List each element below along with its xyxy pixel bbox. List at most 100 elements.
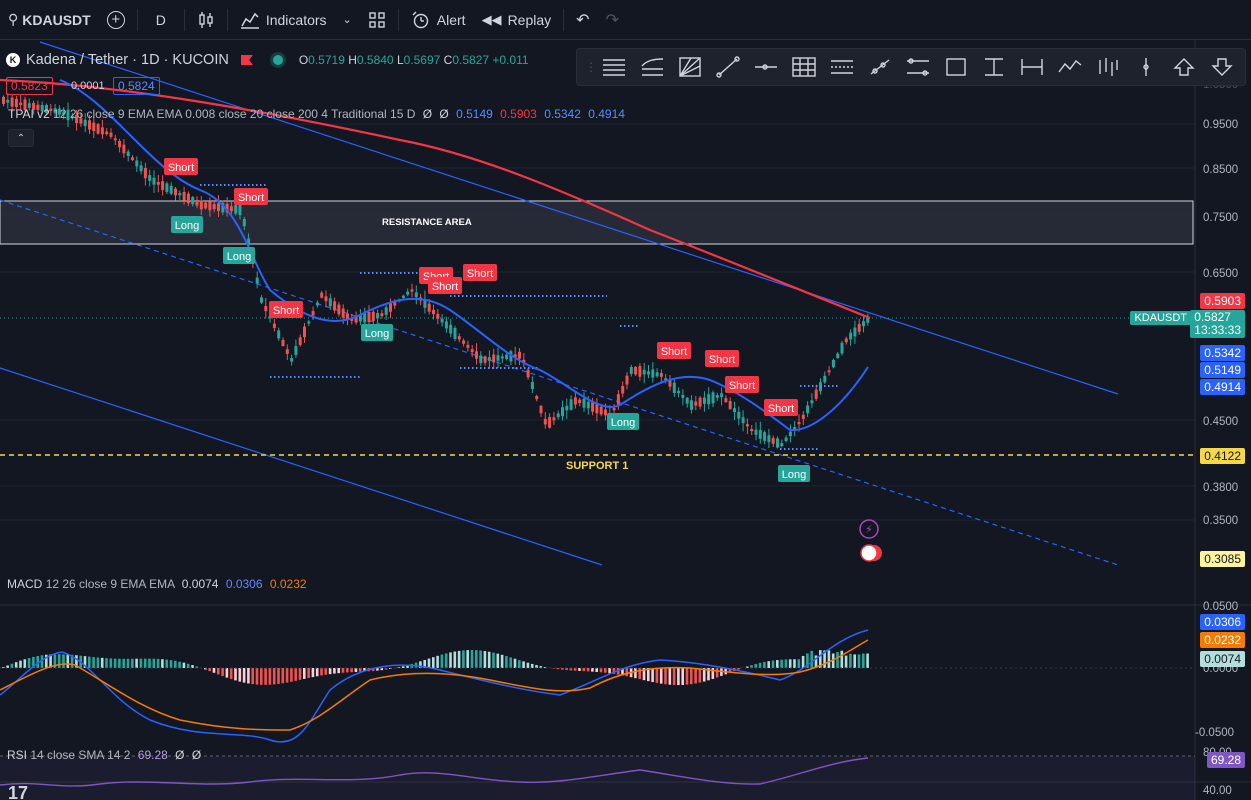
macd-histogram-bar <box>793 659 796 668</box>
candle-body <box>677 390 681 394</box>
rsi-legend[interactable]: RSI 14 close SMA 14 2 69.28 Ø Ø <box>7 748 201 762</box>
rectangle-icon[interactable] <box>937 51 975 83</box>
date-range-icon[interactable] <box>1013 51 1051 83</box>
macd-histogram-bar <box>272 668 276 685</box>
candle-body <box>139 165 143 172</box>
macd-signal-tag: 0.0232 <box>1200 632 1245 648</box>
candle-body <box>242 219 246 227</box>
undo-button[interactable]: ↶ <box>568 0 597 40</box>
alert-button[interactable]: Alert <box>403 0 474 40</box>
chart-type-button[interactable] <box>189 0 223 40</box>
indicators-button[interactable]: Indicators <box>232 0 335 40</box>
symbol-search[interactable]: ⚲ KDAUSDT <box>0 0 99 40</box>
long-signal[interactable]: Long <box>223 247 255 264</box>
channel-bottom-line[interactable] <box>0 367 603 566</box>
macd-line[interactable] <box>0 629 869 743</box>
long-signal[interactable]: Long <box>361 324 393 341</box>
trend-line-icon[interactable] <box>709 51 747 83</box>
tpai-legend[interactable]: TPAI v2 12 26 close 9 EMA EMA 0.008 clos… <box>8 107 625 121</box>
current-price-tag: 0.5827 13:33:33 <box>1190 310 1245 338</box>
short-signal[interactable]: Short <box>725 376 759 393</box>
short-signal[interactable]: Short <box>269 301 303 318</box>
fib-retracement-icon[interactable] <box>633 51 671 83</box>
signal-line[interactable] <box>0 639 869 731</box>
templates-button[interactable] <box>360 0 394 40</box>
bar-countdown: 13:33:33 <box>1194 323 1241 337</box>
candle-body <box>152 177 156 185</box>
candle-body <box>174 188 177 196</box>
candle-body <box>307 321 311 324</box>
macd-histogram-bar <box>264 668 267 685</box>
macd-params: 12 26 close 9 EMA EMA <box>45 577 175 591</box>
bars-pattern-icon[interactable] <box>1089 51 1127 83</box>
price-axis: 1.0500 0.9500 0.8500 0.7500 0.6500 0.450… <box>1195 79 1238 797</box>
macd-histogram-bar <box>457 650 461 668</box>
macd-histogram-bar <box>242 668 246 683</box>
ray-icon[interactable] <box>861 51 899 83</box>
drag-handle-icon[interactable]: ⋮ <box>585 60 597 74</box>
horizontal-lines-icon[interactable] <box>595 51 633 83</box>
grid-tool-icon[interactable] <box>785 51 823 83</box>
short-signal[interactable]: Short <box>705 350 739 367</box>
parallel-channel-icon[interactable] <box>823 51 861 83</box>
kucoin-logo-icon: K <box>6 53 20 67</box>
indicators-dropdown[interactable]: ⌄ <box>335 0 360 40</box>
tpai-value: 0.5149 <box>456 107 493 121</box>
vertical-line-icon[interactable] <box>1127 51 1165 83</box>
price-chart[interactable]: RESISTANCE AREA SUPPORT 1 Short Short Lo… <box>0 40 1251 800</box>
redo-icon: ↷ <box>605 11 619 29</box>
candle-body <box>582 398 586 408</box>
path-icon[interactable] <box>1051 51 1089 83</box>
short-signal[interactable]: Short <box>234 188 268 205</box>
candle-body <box>711 392 715 404</box>
band-price-tag: 0.5342 <box>1200 345 1245 361</box>
flag-icon[interactable] <box>240 55 253 65</box>
symbol-legend[interactable]: K Kadena / Tether · 1D · KUCOIN O0.5719 … <box>6 50 529 70</box>
macd-legend[interactable]: MACD 12 26 close 9 EMA EMA 0.0074 0.0306… <box>7 577 307 591</box>
gann-fan-icon[interactable] <box>671 51 709 83</box>
channel-mid-dashed[interactable] <box>0 199 1119 566</box>
long-signal[interactable]: Long <box>171 216 203 233</box>
macd-histogram-bar <box>651 668 654 683</box>
candle-body <box>616 394 620 405</box>
candle-body <box>328 298 332 307</box>
rsi-glyph: Ø <box>175 748 185 762</box>
macd-histogram-bar <box>655 668 659 683</box>
short-signal[interactable]: Short <box>463 264 497 281</box>
candle-body <box>320 292 324 298</box>
macd-histogram-bar <box>139 658 143 668</box>
svg-text:Short: Short <box>467 268 493 280</box>
macd-histogram-bar <box>174 660 177 668</box>
short-signal[interactable]: Short <box>657 342 691 359</box>
long-signal[interactable]: Long <box>778 465 810 482</box>
compare-button[interactable]: + <box>99 0 133 40</box>
macd-hist-value: 0.0074 <box>181 577 219 591</box>
redo-button[interactable]: ↷ <box>598 0 627 40</box>
price-range-icon[interactable] <box>975 51 1013 83</box>
tradingview-logo[interactable]: 17 <box>8 783 28 800</box>
buy-price-button[interactable]: 0.5824 <box>113 77 160 95</box>
undo-icon: ↶ <box>576 11 590 29</box>
long-signal[interactable]: Long <box>607 413 639 430</box>
short-signal[interactable]: Short <box>428 277 462 294</box>
macd-histogram-bar <box>350 668 353 673</box>
svg-text:0.3500: 0.3500 <box>1203 515 1238 527</box>
candle-body <box>621 386 625 394</box>
replay-button[interactable]: ◀◀ Replay <box>474 0 560 40</box>
macd-histogram-bar <box>229 668 233 680</box>
macd-histogram-bar <box>122 658 125 668</box>
horizontal-ray-icon[interactable] <box>747 51 785 83</box>
band-price-tag: 0.4914 <box>1200 379 1245 395</box>
candle-body <box>827 370 831 373</box>
short-signal[interactable]: Short <box>164 158 198 175</box>
collapse-legend-button[interactable]: ⌃ <box>8 129 34 147</box>
arrow-down-icon[interactable] <box>1203 51 1241 83</box>
svg-text:Long: Long <box>365 328 389 340</box>
candle-body <box>337 304 341 315</box>
sell-price-button[interactable]: 0.5823 <box>6 77 53 95</box>
channel-icon[interactable] <box>899 51 937 83</box>
short-signal[interactable]: Short <box>764 399 798 416</box>
macd-histogram-bar <box>466 650 469 668</box>
interval-button[interactable]: D <box>142 0 180 40</box>
arrow-up-icon[interactable] <box>1165 51 1203 83</box>
